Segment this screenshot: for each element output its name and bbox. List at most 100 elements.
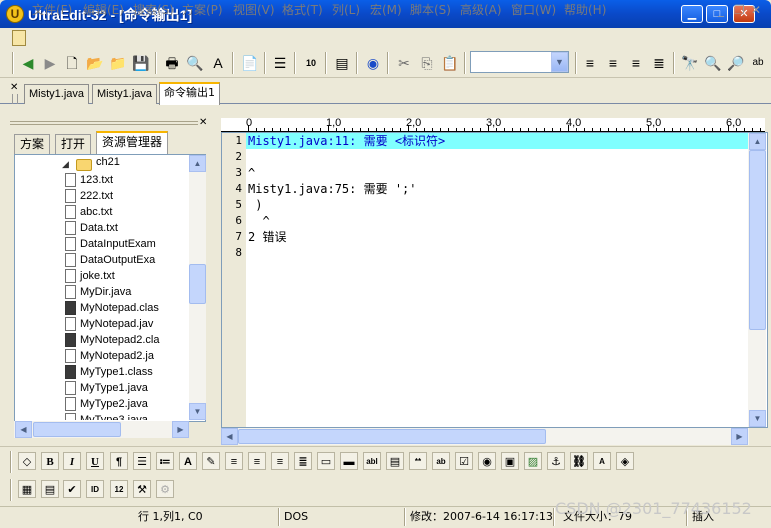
tab-explorer[interactable]: 资源管理器 (96, 131, 169, 155)
mdi-close-icon[interactable]: ✕ (751, 2, 761, 18)
align-left-icon[interactable]: ≡ (580, 53, 600, 73)
tab-misty1-java-2[interactable]: Misty1.java (92, 84, 158, 104)
hex-mode-icon[interactable]: 10 (301, 53, 321, 73)
numbering-icon[interactable]: 12 (110, 480, 128, 498)
edit-icon[interactable]: ✎ (202, 452, 220, 470)
find-next-icon[interactable]: 🔍 (703, 53, 723, 73)
document-properties-icon[interactable]: 📄 (240, 53, 260, 73)
menu-view[interactable]: 视图(V) (233, 2, 275, 18)
menu-column[interactable]: 列(L) (332, 2, 360, 18)
pane-grip[interactable] (10, 121, 198, 125)
line-break-icon[interactable]: ¶ (110, 452, 128, 470)
editor-hscroll-thumb[interactable] (238, 429, 546, 444)
menu-search[interactable]: 搜索(S) (133, 2, 174, 18)
tree-file-item[interactable]: 222.txt (65, 188, 113, 204)
editor-vscroll-thumb[interactable] (749, 150, 766, 330)
list-icon[interactable]: ☰ (133, 452, 151, 470)
column-mode-icon[interactable]: ▤ (332, 53, 352, 73)
ordered-list-icon[interactable]: ≔ (156, 452, 174, 470)
folder-ch21[interactable]: ch21 (96, 156, 120, 168)
select-icon[interactable]: ▣ (501, 452, 519, 470)
print-preview-icon[interactable]: 🔍 (185, 53, 205, 73)
scroll-down-icon[interactable]: ▼ (749, 410, 766, 427)
menu-advanced[interactable]: 高级(A) (460, 2, 502, 18)
line-ending-format[interactable]: DOS (284, 509, 308, 525)
mdi-minimize-icon[interactable]: _ (718, 2, 724, 18)
tab-command-output[interactable]: 命令输出1 (159, 82, 220, 105)
link-icon[interactable]: ⛓ (570, 452, 588, 470)
collapse-icon[interactable]: ◢ (62, 159, 69, 170)
scroll-left-icon[interactable]: ◀ (15, 421, 32, 438)
scroll-down-icon[interactable]: ▼ (189, 403, 206, 420)
code-line[interactable]: ) (248, 197, 262, 213)
code-line[interactable]: ^ (248, 213, 269, 229)
editor-area[interactable] (221, 132, 768, 428)
tree-file-item[interactable]: DataInputExam (65, 236, 156, 252)
tree-file-item[interactable]: MyNotepad2.ja (65, 348, 154, 364)
paragraph-icon[interactable]: ≣ (294, 452, 312, 470)
form-icon[interactable]: ▭ (317, 452, 335, 470)
tree-file-item[interactable]: MyType3.java (65, 412, 148, 420)
tree-file-item[interactable]: MyType1.java (65, 380, 148, 396)
radio-icon[interactable]: ◉ (478, 452, 496, 470)
app-icon[interactable]: U (6, 5, 24, 23)
id-icon[interactable]: ID (86, 480, 104, 498)
web-browser-icon[interactable]: ◉ (363, 53, 383, 73)
code-line[interactable]: Misty1.java:11: 需要 <标识符> (248, 133, 445, 149)
mdi-restore-icon[interactable]: ❐ (734, 2, 745, 18)
tree-file-item[interactable]: MyNotepad.clas (65, 300, 159, 316)
menu-macro[interactable]: 宏(M) (370, 2, 402, 18)
tree-file-item[interactable]: MyDir.java (65, 284, 131, 300)
indent-icon[interactable]: ≡ (248, 452, 266, 470)
document-icon[interactable] (12, 30, 26, 46)
align-right-icon[interactable]: ≡ (626, 53, 646, 73)
special-char-icon[interactable]: A (593, 452, 611, 470)
tree-file-item[interactable]: MyNotepad2.cla (65, 332, 160, 348)
find-in-files-icon[interactable]: ab (748, 53, 768, 73)
outdent-icon[interactable]: ≡ (271, 452, 289, 470)
save-icon[interactable]: 💾 (131, 53, 151, 73)
button-icon[interactable]: ab (432, 452, 450, 470)
insert-table-icon[interactable]: ▤ (41, 480, 59, 498)
code-line[interactable]: 2 错误 (248, 229, 286, 245)
html-tag-icon[interactable]: ◇ (18, 452, 36, 470)
text-field-icon[interactable]: abl (363, 452, 381, 470)
font-icon[interactable]: A (179, 452, 197, 470)
menu-project[interactable]: 方案(P) (182, 2, 223, 18)
close-tab-icon[interactable]: ✕ (10, 82, 18, 93)
new-file-icon[interactable]: 🗋 (62, 53, 82, 73)
forward-arrow-icon[interactable]: ▶ (40, 53, 60, 73)
align-icon[interactable]: ≡ (225, 452, 243, 470)
find-icon[interactable]: 🔭 (680, 53, 700, 73)
open-folder-icon[interactable]: 📂 (85, 53, 105, 73)
tree-file-item[interactable]: MyType1.class (65, 364, 153, 380)
align-center-icon[interactable]: ≡ (603, 53, 623, 73)
menu-edit[interactable]: 编辑(E) (83, 2, 124, 18)
image-icon[interactable]: ▨ (524, 452, 542, 470)
tree-file-item[interactable]: abc.txt (65, 204, 112, 220)
underline-icon[interactable]: U (86, 452, 104, 470)
paste-icon[interactable]: 📋 (440, 53, 460, 73)
textarea-icon[interactable]: ▤ (386, 452, 404, 470)
tree-scroll-thumb[interactable] (189, 264, 206, 304)
color-picker-icon[interactable]: ◈ (616, 452, 634, 470)
cut-icon[interactable]: ✂ (394, 53, 414, 73)
scroll-up-icon[interactable]: ▲ (749, 133, 766, 150)
tree-file-item[interactable]: MyType2.java (65, 396, 148, 412)
copy-icon[interactable]: ⎘ (417, 53, 437, 73)
justify-icon[interactable]: ≣ (649, 53, 669, 73)
config-icon[interactable]: ⚙ (156, 480, 174, 498)
checkbox-icon[interactable]: ☑ (455, 452, 473, 470)
tree-file-item[interactable]: Data.txt (65, 220, 118, 236)
tree-file-item[interactable]: joke.txt (65, 268, 115, 284)
italic-icon[interactable]: I (63, 452, 81, 470)
tab-misty1-java[interactable]: Misty1.java (24, 84, 90, 104)
spell-check-icon[interactable]: A (208, 53, 228, 73)
tree-file-item[interactable]: 123.txt (65, 172, 113, 188)
code-line[interactable]: Misty1.java:75: 需要 ';' (248, 181, 417, 197)
code-line[interactable]: ^ (248, 165, 255, 181)
tree-hscroll-thumb[interactable] (33, 422, 121, 437)
print-icon[interactable]: 🖶 (162, 53, 182, 73)
menu-script[interactable]: 脚本(S) (410, 2, 451, 18)
tools-icon[interactable]: ⚒ (133, 480, 151, 498)
